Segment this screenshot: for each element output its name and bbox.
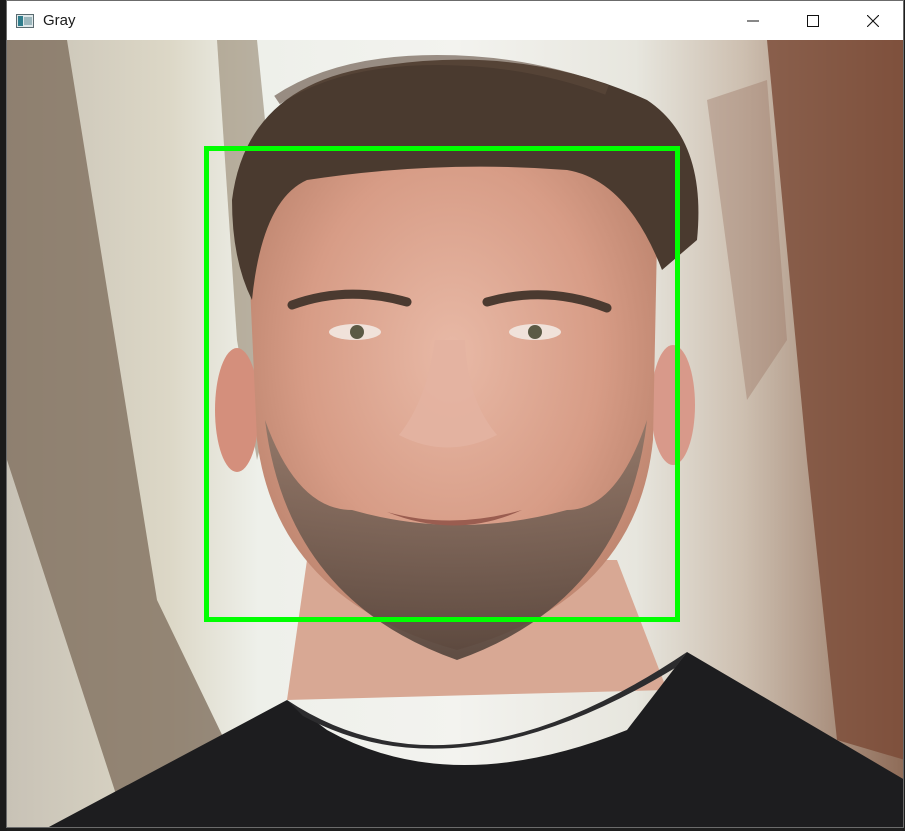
- title-bar[interactable]: Gray: [7, 1, 903, 40]
- minimize-icon: [747, 20, 759, 21]
- close-button[interactable]: [843, 1, 903, 40]
- image-display: [7, 40, 903, 827]
- maximize-icon: [807, 14, 819, 27]
- face-detection-box: [204, 146, 680, 622]
- maximize-button[interactable]: [783, 1, 843, 40]
- opencv-window-icon: [16, 13, 34, 28]
- minimize-button[interactable]: [723, 1, 783, 40]
- image-window: Gray: [6, 0, 904, 828]
- window-title: Gray: [43, 12, 76, 29]
- window-controls: [723, 1, 903, 40]
- close-icon: [867, 14, 879, 27]
